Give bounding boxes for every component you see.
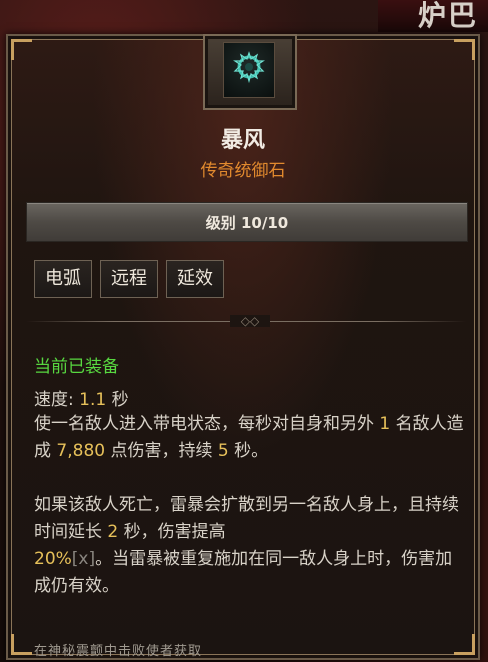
item-tooltip: 暴风 传奇统御石 级别 10/10 电弧 远程 延效 ◇◇ 当前已装备 速度: … (6, 34, 480, 660)
tag-duration: 延效 (166, 260, 224, 298)
desc-text: 。当雷暴被重复施加在同一敌人身上时，伤害加成仍有效。 (34, 549, 453, 596)
background-corner-text: 炉巴 (417, 0, 478, 32)
desc-multiplier-tag: [x] (71, 549, 96, 569)
desc-value: 2 (107, 522, 119, 542)
desc-text: 秒，伤害提高 (123, 522, 226, 542)
ornament-divider-icon: ◇◇ (230, 315, 270, 327)
speed-value: 1.1 (79, 390, 107, 410)
description-paragraph-2: 如果该敌人死亡，雷暴会扩散到另一名敌人身上，且持续时间延长 2 秒，伤害提高 20… (34, 492, 464, 600)
item-name: 暴风 (220, 127, 265, 153)
level-text: 级别 10/10 (205, 214, 289, 232)
corner-ornament (11, 634, 32, 655)
tag-ranged: 远程 (100, 260, 158, 298)
desc-value: 5 (217, 441, 229, 461)
item-description: 使一名敌人进入带电状态，每秒对自身和另外 1 名敌人造成 7,880 点伤害，持… (34, 411, 464, 600)
item-type: 传奇统御石 (200, 161, 286, 181)
desc-value: 20% (34, 549, 72, 569)
desc-text: 如果该敌人死亡，雷暴会扩散到另一名敌人身上，且持续时间延长 (34, 495, 459, 542)
desc-text: 点伤害，持续 (110, 441, 213, 461)
gem-socket (203, 34, 297, 110)
corner-ornament (11, 39, 32, 60)
desc-text: 使一名敌人进入带电状态，每秒对自身和另外 (34, 414, 374, 434)
description-paragraph-1: 使一名敌人进入带电状态，每秒对自身和另外 1 名敌人造成 7,880 点伤害，持… (34, 411, 464, 465)
desc-value: 1 (379, 414, 391, 434)
desc-value: 7,880 (56, 441, 106, 461)
background-ui-fragment: 炉巴 (378, 0, 488, 32)
tag-list: 电弧 远程 延效 (34, 260, 224, 298)
speed-label: 速度: (34, 390, 74, 410)
speed-stat: 速度: 1.1 秒 (34, 385, 129, 410)
corner-ornament (454, 634, 475, 655)
tag-arc: 电弧 (34, 260, 92, 298)
desc-text: 秒。 (234, 441, 269, 461)
speed-unit: 秒 (111, 390, 129, 410)
equipped-status: 当前已装备 (34, 357, 119, 377)
legendary-gem-icon (223, 42, 275, 98)
level-bar: 级别 10/10 (26, 202, 468, 242)
corner-ornament (454, 39, 475, 60)
item-source: 在神秘震颤中击败使者获取 (34, 644, 203, 659)
